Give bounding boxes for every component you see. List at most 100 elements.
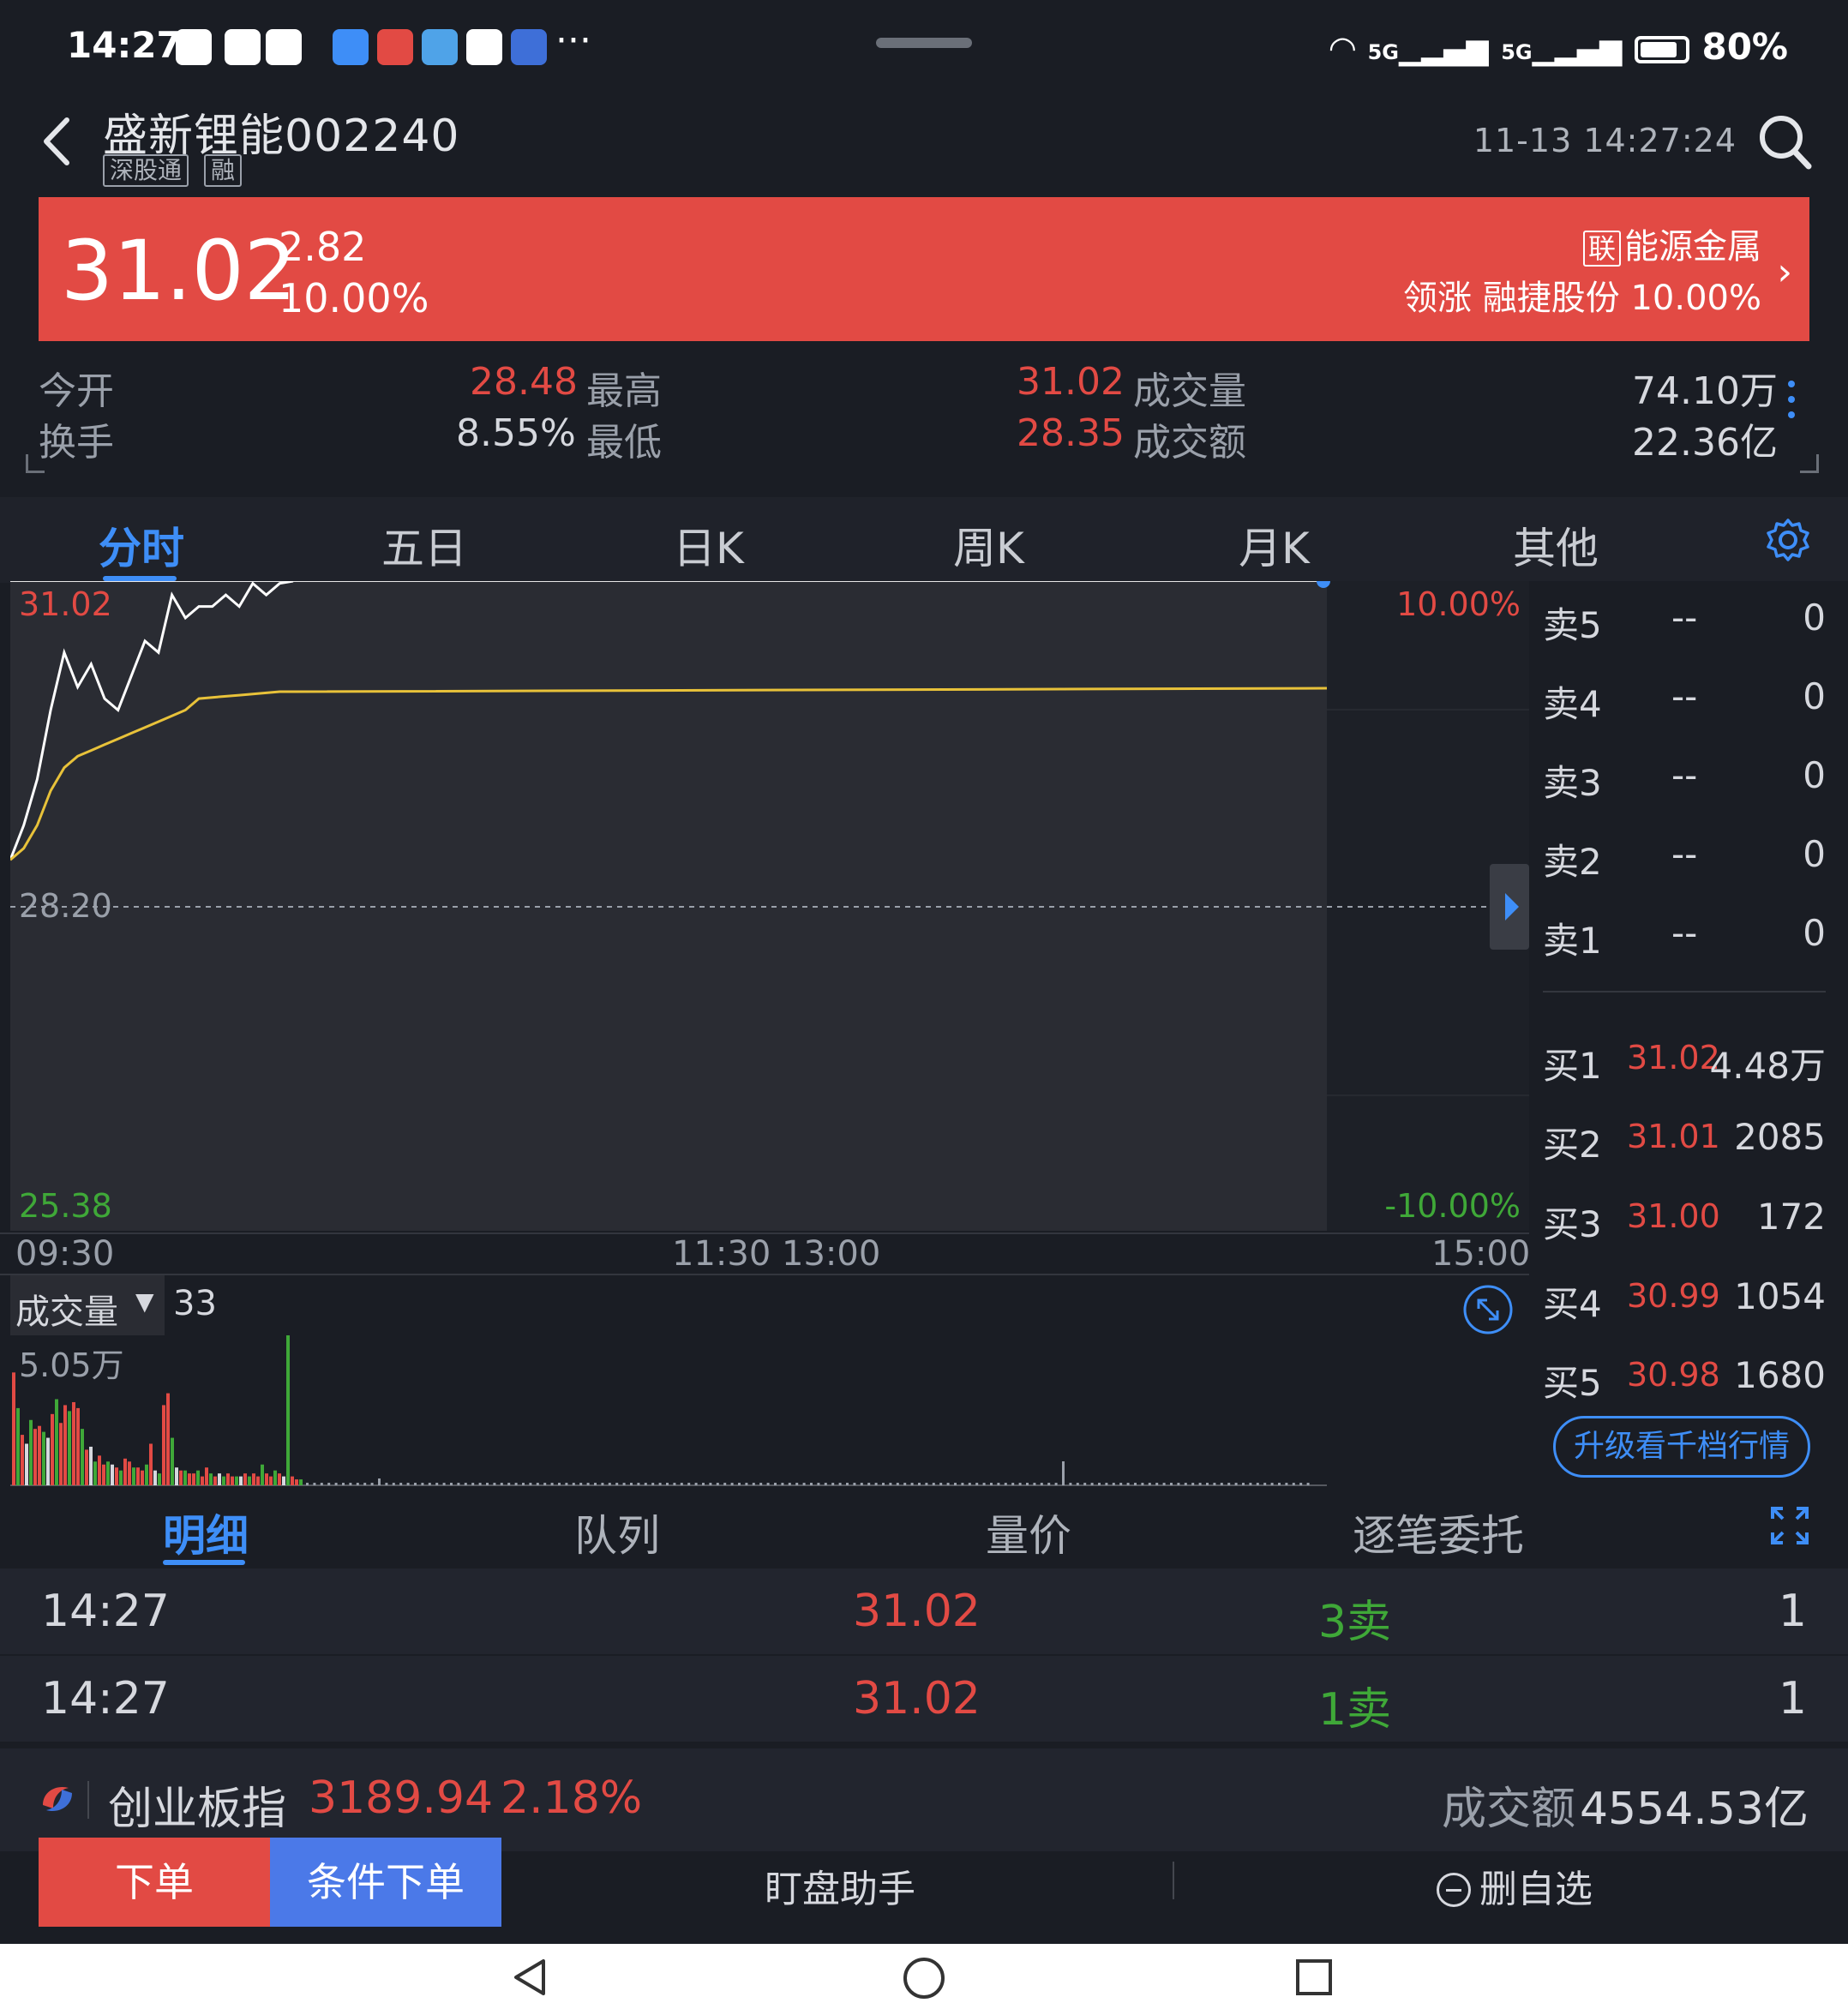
nav-home-icon[interactable] [902,1956,946,2000]
volume-bar [766,1483,770,1485]
back-icon[interactable] [34,111,86,171]
volume-bar [12,1372,15,1485]
volume-bar [817,1483,820,1485]
volume-bar [183,1470,187,1485]
bid-row[interactable]: 买2 31.01 2085 [1543,1116,1826,1167]
volume-bar [658,1483,662,1485]
ask-row[interactable]: 卖4 -- 0 [1543,675,1826,727]
volume-bar [1040,1483,1043,1485]
price-change: 2.82 10.00% [279,221,429,324]
tab-queue[interactable]: 队列 [574,1502,660,1563]
collapse-corner-left[interactable] [26,454,45,473]
volume-bar [1177,1483,1180,1485]
tab-detail[interactable]: 明细 [163,1502,249,1563]
volume-bar [1026,1483,1029,1485]
sector-info[interactable]: 联能源金属 领涨 融捷股份 10.00% [1403,221,1761,324]
intraday-chart[interactable]: 31.02 28.20 25.38 10.00% -10.00% [10,581,1529,1232]
tab-monthly-k[interactable]: 月K [1239,514,1310,576]
expand-icon[interactable] [1769,1505,1810,1546]
battery-level: 80% [1701,26,1788,68]
volume-bar [910,1483,914,1485]
volume-bar [781,1483,784,1485]
volume-bar [507,1483,511,1485]
tab-other[interactable]: 其他 [1513,514,1599,576]
volume-bar [651,1483,655,1485]
volume-bar [16,1407,20,1485]
volume-bar [687,1483,691,1485]
volume-bar [565,1483,568,1485]
volume-bar [1011,1483,1015,1485]
volume-bar [961,1483,964,1485]
volume-bar [990,1483,993,1485]
volume-bar [457,1483,460,1485]
high-label: 最高 [586,369,662,413]
volume-bar [81,1429,84,1485]
more-vertical-icon[interactable] [1788,381,1797,432]
bid-row[interactable]: 买4 30.99 1054 [1543,1275,1826,1327]
chevron-right-icon[interactable]: › [1777,250,1792,294]
ask-row[interactable]: 卖1 -- 0 [1543,912,1826,963]
ask-volume: 0 [1803,833,1826,875]
nav-recents-icon[interactable] [1294,1958,1334,1997]
ask-row[interactable]: 卖5 -- 0 [1543,597,1826,648]
volume-bar [673,1483,676,1485]
volume-bar [1170,1483,1173,1485]
ask-row[interactable]: 卖2 -- 0 [1543,833,1826,885]
network-1: 5G [1367,40,1399,64]
tab-volume-price[interactable]: 量价 [986,1502,1071,1563]
volume-bar [522,1483,525,1485]
bid-row[interactable]: 买1 31.02 4.48万 [1543,1037,1826,1088]
volume-bar [1098,1483,1101,1485]
volume-bar [680,1483,683,1485]
ask-row[interactable]: 卖3 -- 0 [1543,754,1826,806]
low-value: 28.35 [1017,411,1125,455]
volume-bar [128,1461,131,1485]
sector-tag: 联 [1582,231,1621,267]
tab-five-day[interactable]: 五日 [381,514,467,576]
upgrade-depth-button[interactable]: 升级看千档行情 [1553,1416,1810,1478]
drag-handle[interactable] [876,38,972,48]
settings-gear-icon[interactable] [1766,518,1810,562]
conditional-order-button[interactable]: 条件下单 [270,1838,501,1927]
remove-watchlist-button[interactable]: 删自选 [1437,1858,1593,1913]
low-label: 最低 [586,421,662,465]
collapse-corner-right[interactable] [1800,454,1819,473]
volume-bar [25,1443,28,1485]
volume-bar [529,1483,532,1485]
bid-row[interactable]: 买5 30.98 1680 [1543,1354,1826,1406]
status-right: ◠ 5G▁▂▄▆ 5G▁▂▄▆ 80% [1330,26,1788,68]
index-amount-label: 成交额 [1442,1784,1576,1835]
volume-bar [946,1483,950,1485]
volume-bar [968,1483,971,1485]
volume-bar [313,1483,316,1485]
volume-bar [975,1483,979,1485]
place-order-button[interactable]: 下单 [39,1838,270,1927]
tab-weekly-k[interactable]: 周K [953,514,1024,576]
sina-app-icon [466,29,502,65]
volume-bar [106,1461,110,1485]
volume-bar [435,1483,439,1485]
volume-bar [954,1483,957,1485]
index-ticker-bar[interactable]: 创业板指 3189.94 2.18% 成交额 4554.53亿 [0,1748,1848,1851]
volume-bar [166,1393,170,1485]
volume-bar [1105,1483,1108,1485]
turnover-value: 8.55% [456,411,576,455]
watch-assistant-button[interactable]: 盯盘助手 [765,1858,915,1913]
nav-back-icon[interactable] [509,1956,552,1999]
tab-order-by-order[interactable]: 逐笔委托 [1353,1502,1524,1563]
volume-bar [51,1413,54,1485]
volume-bar [243,1473,247,1485]
volume-bar [213,1476,217,1485]
volume-bar [378,1478,381,1485]
volume-bar [226,1473,230,1485]
bid-row[interactable]: 买3 31.00 172 [1543,1196,1826,1247]
volume-bar [1076,1483,1079,1485]
volume-bar [831,1483,835,1485]
tab-daily-k[interactable]: 日K [673,514,744,576]
volume-bar [810,1483,813,1485]
search-icon[interactable] [1757,111,1814,171]
tab-intraday[interactable]: 分时 [99,514,184,576]
auto-app-icon [511,29,547,65]
volume-bar [442,1483,446,1485]
volume-bar [1141,1483,1144,1485]
